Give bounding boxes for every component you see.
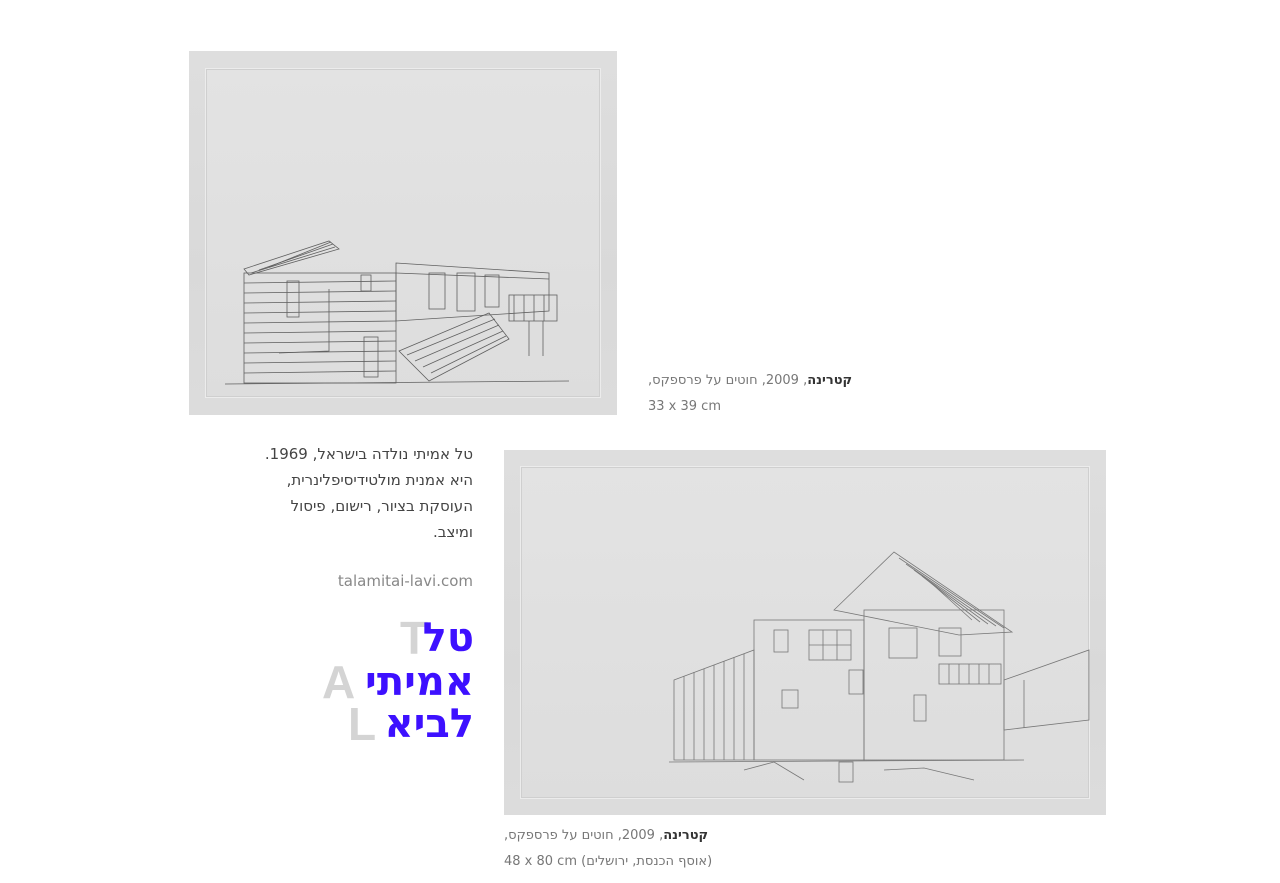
bio-line: העוסקת בציור, רישום, פיסול bbox=[290, 497, 473, 515]
artist-logo[interactable]: T A L טל אמיתי לביא bbox=[322, 615, 475, 750]
artwork-details: , 2009, חוטים על פרספקס, bbox=[648, 373, 808, 388]
artwork-dimensions: 48 x 80 cm (אוסף הכנסת, ירושלים) bbox=[504, 854, 713, 869]
artwork-dimensions: 33 x 39 cm bbox=[648, 399, 721, 414]
bio-line: טל אמיתי נולדה בישראל, 1969. bbox=[264, 445, 473, 463]
logo-latin-letter: A bbox=[322, 656, 356, 708]
logo-hebrew-line: אמיתי bbox=[365, 659, 474, 705]
artist-bio: טל אמיתי נולדה בישראל, 1969. היא אמנית מ… bbox=[240, 441, 473, 545]
artwork-title: קטרינה bbox=[663, 828, 709, 843]
artwork-title: קטרינה bbox=[807, 373, 853, 388]
house-drawing-2 bbox=[668, 551, 1090, 783]
bio-line: ומיצב. bbox=[433, 523, 473, 541]
artwork-image-1[interactable] bbox=[189, 51, 617, 415]
logo-hebrew-line: טל bbox=[422, 615, 474, 661]
logo-latin-letter: L bbox=[348, 698, 377, 750]
logo-hebrew-line: לביא bbox=[384, 701, 475, 747]
website-link[interactable]: talamitai-lavi.com bbox=[300, 572, 473, 590]
bio-line: היא אמנית מולטידיסיפלינרית, bbox=[286, 471, 473, 489]
house-drawing-1 bbox=[224, 240, 570, 385]
artwork-caption-2: קטרינה, 2009, חוטים על פרספקס, 48 x 80 c… bbox=[504, 823, 712, 875]
artwork-caption-1: קטרינה, 2009, חוטים על פרספקס, 33 x 39 c… bbox=[648, 368, 852, 420]
artwork-details: , 2009, חוטים על פרספקס, bbox=[504, 828, 664, 843]
artwork-image-2[interactable] bbox=[504, 450, 1106, 815]
